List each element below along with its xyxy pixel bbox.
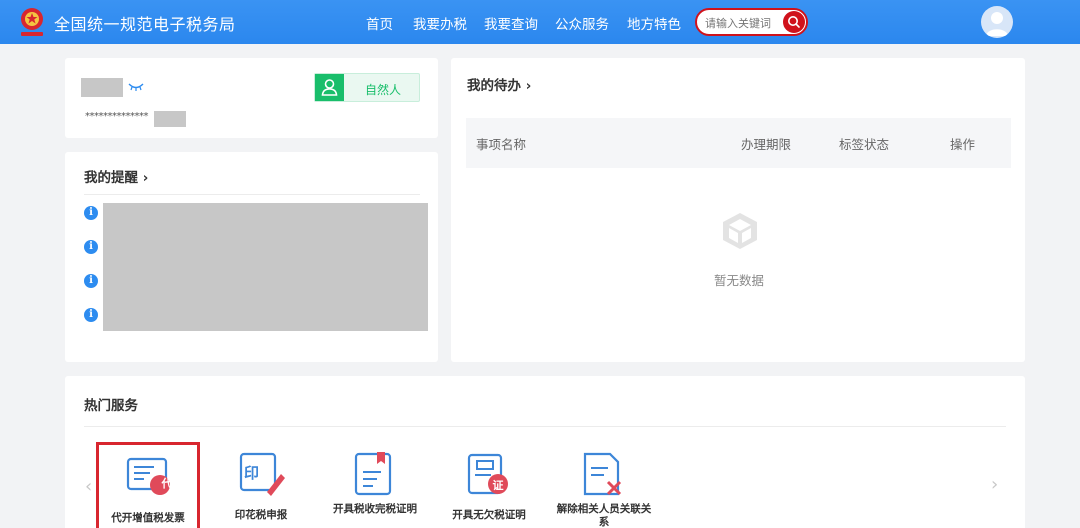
carousel-prev-arrow[interactable]: ‹ (85, 476, 92, 497)
nav-tax-handling[interactable]: 我要办税 (413, 13, 467, 33)
user-avatar-icon (986, 12, 1008, 36)
empty-box-icon (723, 213, 757, 249)
service-remove-related-personnel[interactable]: 解除相关人员关联关系 (552, 442, 656, 528)
carousel-next-arrow[interactable]: › (991, 474, 998, 495)
masked-username (81, 78, 123, 97)
user-info-card: ************** 自然人 (65, 58, 438, 138)
redacted-reminder-list (103, 203, 428, 331)
info-icon: i (84, 308, 98, 322)
service-label: 开具税收完税证明 (333, 503, 417, 515)
search-button[interactable] (783, 11, 805, 33)
service-label: 解除相关人员关联关系 (556, 503, 652, 528)
column-header-item-name: 事项名称 (476, 137, 527, 152)
top-header: 全国统一规范电子税务局 首页 我要办税 我要查询 公众服务 地方特色 (0, 0, 1080, 44)
nav-home[interactable]: 首页 (366, 13, 393, 33)
service-issue-vat-invoice[interactable]: 代 代开增值税发票 (96, 442, 200, 528)
info-icon: i (84, 206, 98, 220)
info-icon: i (84, 274, 98, 288)
certificate-bookmark-icon (354, 452, 392, 496)
reminder-card: 我的提醒 › i i i i (65, 152, 438, 362)
search-icon (788, 16, 800, 28)
role-switch-button[interactable]: 自然人 (314, 73, 420, 102)
column-header-action: 操作 (950, 137, 976, 152)
column-header-tag-status: 标签状态 (839, 137, 890, 152)
service-label: 印花税申报 (234, 509, 288, 521)
todo-card: 我的待办 › 事项名称 办理期限 标签状态 操作 暂无数据 (451, 58, 1025, 362)
hot-services-divider (84, 426, 1006, 427)
hot-services-title: 热门服务 (84, 398, 138, 414)
search-box (695, 8, 808, 36)
hot-services-card: 热门服务 ‹ › 代 代开增值税发票 印 印花税申报 开具税收完税证明 证 开具… (65, 376, 1025, 528)
todo-title[interactable]: 我的待办 › (467, 74, 531, 94)
nav-query[interactable]: 我要查询 (484, 13, 538, 33)
user-avatar[interactable] (981, 6, 1013, 38)
reminder-divider (84, 194, 420, 195)
masked-id-number: ************** (85, 111, 149, 122)
service-badge: 证 (492, 479, 504, 492)
info-icon: i (84, 240, 98, 254)
nav-local-features[interactable]: 地方特色 (627, 13, 681, 33)
reminder-title[interactable]: 我的提醒 › (84, 166, 148, 186)
nav-public-service[interactable]: 公众服务 (555, 13, 609, 33)
unlink-document-icon (583, 452, 622, 496)
role-label: 自然人 (365, 83, 402, 97)
service-stamp-duty-filing[interactable]: 印 印花税申报 (209, 442, 313, 528)
role-icon-box (315, 74, 344, 101)
column-header-deadline: 办理期限 (741, 137, 792, 152)
service-tax-payment-certificate[interactable]: 开具税收完税证明 (323, 442, 427, 528)
service-label: 代开增值税发票 (111, 512, 185, 524)
search-input[interactable] (705, 14, 783, 32)
masked-id-tail (154, 111, 186, 127)
service-label: 开具无欠税证明 (452, 509, 526, 521)
eye-closed-icon[interactable] (128, 82, 144, 92)
site-title: 全国统一规范电子税务局 (54, 15, 236, 34)
service-no-arrears-certificate[interactable]: 证 开具无欠税证明 (437, 442, 541, 528)
tax-bureau-emblem-icon (21, 8, 43, 36)
empty-state-text: 暂无数据 (714, 273, 765, 288)
service-badge: 印 (244, 464, 260, 482)
service-badge: 代 (161, 477, 173, 490)
person-icon (321, 79, 338, 96)
todo-table-header: 事项名称 办理期限 标签状态 操作 (466, 118, 1011, 168)
